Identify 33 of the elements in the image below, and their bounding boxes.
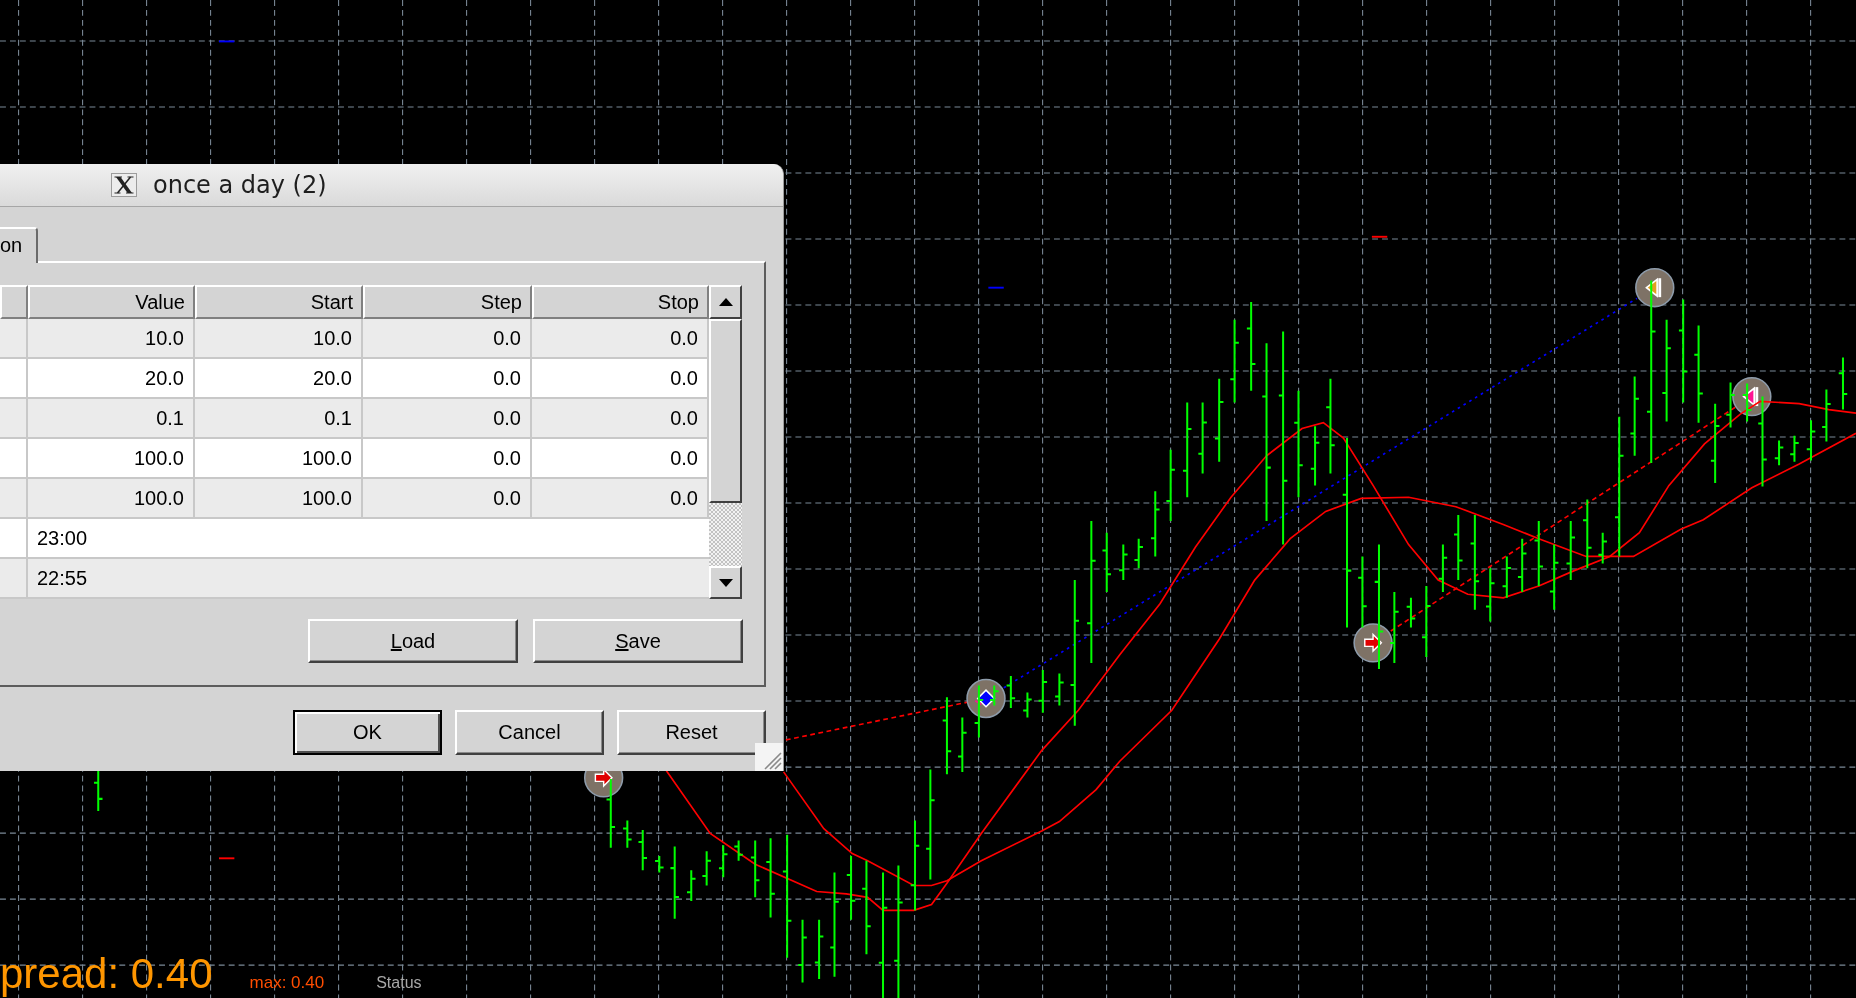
table-cell: 100.0 — [28, 479, 195, 517]
table-cell: 100.0 — [195, 479, 363, 517]
status-label: Status — [376, 974, 422, 992]
table-cell: 10.0 — [28, 319, 195, 357]
table-cell-text: 22:55 — [36, 566, 89, 591]
table-cell: 100.0 — [195, 439, 363, 477]
dash-icon — [218, 857, 236, 860]
table-cell: 0.0 — [363, 479, 532, 517]
column-header: Start — [195, 285, 363, 319]
tab[interactable]: on — [0, 227, 39, 263]
window-title: once a day (2) — [153, 171, 327, 199]
price-bar — [92, 769, 104, 812]
table-cell: 0.0 — [363, 359, 532, 397]
dash-icon — [1370, 235, 1389, 238]
table-cell: 10.0 — [195, 319, 363, 357]
dash-icon — [218, 40, 236, 43]
max-spread-label: max: 0.40 — [249, 973, 325, 993]
table-cell: 20.0 — [28, 359, 195, 397]
table-cell: 0.0 — [363, 319, 532, 357]
table-cell: 0.0 — [363, 399, 532, 437]
table-cell-text: 23:00 — [36, 526, 89, 551]
spread-label: pread: 0.40 — [0, 952, 213, 996]
dialog-button[interactable]: Cancel — [455, 710, 604, 755]
table-cell: 0.1 — [28, 399, 195, 437]
dialog-button[interactable]: OK — [293, 710, 442, 755]
panel-button[interactable]: Load — [308, 619, 518, 663]
x-box-icon — [111, 173, 137, 197]
table-cell: 100.0 — [28, 439, 195, 477]
column-header: Value — [28, 285, 195, 319]
table-cell: 0.0 — [363, 439, 532, 477]
table-cell: 0.1 — [195, 399, 363, 437]
column-header: Step — [363, 285, 532, 319]
table-cell: 20.0 — [195, 359, 363, 397]
